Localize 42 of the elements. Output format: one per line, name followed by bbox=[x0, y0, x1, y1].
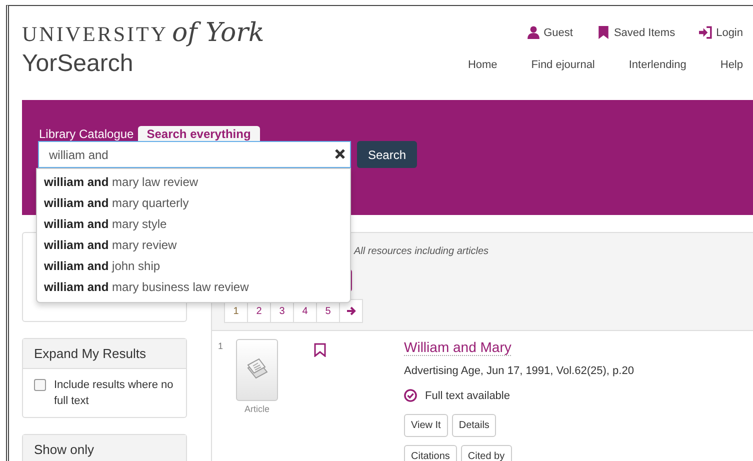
search-button[interactable]: Search bbox=[357, 141, 418, 168]
next-page-button[interactable] bbox=[339, 299, 363, 323]
search-tab[interactable]: Search everything bbox=[138, 126, 260, 141]
nav-link[interactable]: Interlending bbox=[628, 59, 686, 71]
citation: Advertising Age, Jun 17, 1991, Vol.62(25), p.20 bbox=[404, 365, 634, 377]
panel-title: Show only bbox=[23, 435, 186, 461]
user-link[interactable]: Guest bbox=[526, 26, 573, 39]
suggestion-item[interactable]: william and john ship bbox=[37, 256, 350, 277]
result-button[interactable]: Cited by bbox=[460, 445, 512, 461]
nav-link[interactable]: Find ejournal bbox=[531, 59, 595, 71]
check-circle-icon bbox=[404, 389, 417, 402]
person-icon bbox=[526, 26, 540, 39]
result-type: Article bbox=[244, 404, 270, 414]
search-field[interactable]: william and bbox=[38, 141, 351, 168]
search-tab[interactable]: Library Catalogue bbox=[38, 127, 135, 141]
app-title: YorSearch bbox=[22, 50, 134, 78]
logo-script: of York bbox=[172, 18, 264, 48]
checkbox-label: Include results where no full text bbox=[54, 378, 174, 409]
user-link[interactable]: Saved Items bbox=[596, 26, 676, 39]
suggestion-item[interactable]: william and mary law review bbox=[37, 172, 350, 193]
bookmark-icon bbox=[596, 26, 610, 39]
result-button[interactable]: View It bbox=[404, 414, 448, 437]
availability: Full text available bbox=[425, 390, 510, 402]
suggestion-item[interactable]: william and mary style bbox=[37, 214, 350, 235]
checkbox[interactable] bbox=[34, 379, 46, 391]
scope-note: All resources including articles bbox=[354, 246, 489, 257]
result-title[interactable]: William and Mary bbox=[404, 339, 512, 356]
result-number: 1 bbox=[217, 340, 224, 353]
suggestion-item[interactable]: william and mary quarterly bbox=[37, 193, 350, 214]
bookmark-icon[interactable] bbox=[314, 343, 326, 357]
suggestion-item[interactable]: william and mary business law review bbox=[37, 277, 350, 298]
nav-link[interactable]: Home bbox=[468, 59, 498, 71]
logo-wordmark: UNIVERSITY bbox=[22, 22, 168, 47]
result-button[interactable]: Citations bbox=[404, 445, 457, 461]
user-link[interactable]: Login bbox=[699, 26, 743, 39]
login-icon bbox=[699, 26, 712, 39]
nav-link[interactable]: Help bbox=[720, 59, 743, 71]
arrow-right-icon bbox=[346, 306, 356, 316]
result-button[interactable]: Details bbox=[452, 414, 496, 437]
panel-title: Expand My Results bbox=[23, 339, 186, 369]
clear-icon[interactable] bbox=[335, 149, 345, 159]
suggestion-item[interactable]: william and mary review bbox=[37, 235, 350, 256]
